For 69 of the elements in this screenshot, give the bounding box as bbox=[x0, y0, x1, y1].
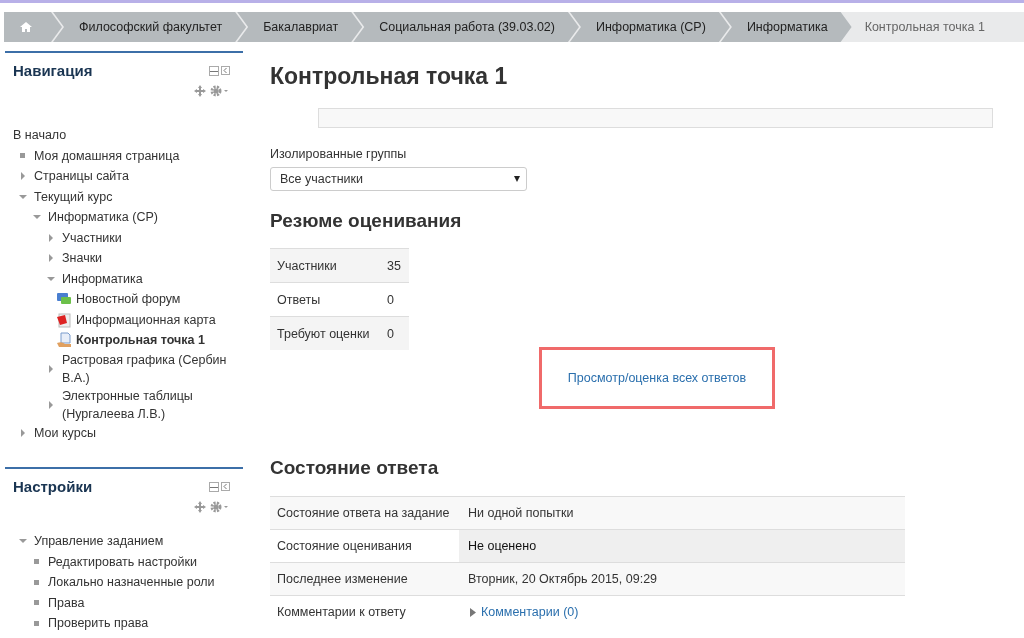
section-heading: Состояние ответа bbox=[270, 457, 440, 479]
collapsed-arrow-icon[interactable] bbox=[46, 363, 56, 374]
bullet-icon bbox=[20, 153, 25, 159]
nav-item[interactable]: Управление заданием bbox=[34, 532, 164, 551]
comments-link[interactable]: Комментарии (0) bbox=[470, 603, 579, 621]
table-cell: Ни одной попытки bbox=[459, 496, 905, 530]
nav-item[interactable]: Информационная карта bbox=[76, 310, 216, 329]
expand-arrow-icon bbox=[470, 607, 476, 617]
gear-icon[interactable] bbox=[210, 501, 230, 513]
collapsed-arrow-icon[interactable] bbox=[46, 232, 56, 243]
nav-item[interactable]: Контрольная точка 1 bbox=[76, 331, 205, 350]
hand-with-paper-icon bbox=[56, 332, 72, 349]
bullet-icon bbox=[34, 600, 39, 606]
nav-item[interactable]: Значки bbox=[62, 249, 103, 268]
breadcrumb-item[interactable]: Социальная работа (39.03.02) bbox=[353, 12, 579, 42]
breadcrumb-item[interactable]: Информатика (СР) bbox=[569, 12, 730, 42]
table-cell: 35 bbox=[380, 248, 409, 283]
bullet-icon bbox=[34, 620, 39, 626]
nav-item[interactable]: Растровая графика (Сербин В.А.) bbox=[62, 350, 230, 387]
nav-item[interactable]: Страницы сайта bbox=[34, 167, 129, 186]
collapsed-arrow-icon[interactable] bbox=[46, 399, 56, 410]
breadcrumb-item[interactable]: Бакалавриат bbox=[237, 12, 363, 42]
nav-item[interactable]: Новостной форум bbox=[76, 290, 181, 309]
table-cell: Требуют оценки bbox=[270, 316, 381, 350]
nav-item[interactable]: Мои курсы bbox=[34, 423, 96, 442]
breadcrumb-item[interactable]: Философский факультет bbox=[53, 12, 247, 42]
table-cell: Вторник, 20 Октябрь 2015, 09:29 bbox=[459, 562, 905, 596]
nav-item[interactable]: Электронные таблицы (Нургалеева Л.В.) bbox=[62, 386, 230, 423]
dropdown-caret-icon bbox=[513, 176, 521, 182]
breadcrumb-item[interactable]: Информатика bbox=[720, 12, 852, 42]
nav-item[interactable]: Текущий курс bbox=[34, 187, 113, 206]
nav-item[interactable]: Информатика bbox=[62, 269, 143, 288]
move-icon[interactable] bbox=[194, 85, 206, 97]
nav-item[interactable]: Локально назначенные роли bbox=[48, 573, 215, 592]
nav-item[interactable]: Права bbox=[48, 593, 85, 612]
section-heading: Резюме оценивания bbox=[270, 210, 463, 232]
nav-item[interactable]: Информатика (СР) bbox=[48, 208, 158, 227]
nav-item[interactable]: Редактировать настройки bbox=[48, 552, 197, 571]
table-cell: Участники bbox=[270, 248, 381, 283]
table-cell: 0 bbox=[380, 316, 409, 350]
table-cell: Состояние ответа на задание bbox=[270, 496, 459, 530]
gear-icon[interactable] bbox=[210, 85, 230, 97]
move-icon[interactable] bbox=[194, 501, 206, 513]
document-icon bbox=[56, 311, 72, 328]
table-cell: Последнее изменение bbox=[270, 562, 459, 596]
dock-icon[interactable] bbox=[221, 66, 230, 75]
collapsed-arrow-icon[interactable] bbox=[18, 171, 28, 182]
block-title: Навигация bbox=[13, 62, 93, 79]
bullet-icon bbox=[34, 579, 39, 585]
nav-item[interactable]: В начало bbox=[13, 126, 67, 145]
nav-item[interactable]: Моя домашняя страница bbox=[34, 146, 180, 165]
bullet-icon bbox=[34, 559, 39, 565]
block-title: Настройки bbox=[13, 478, 93, 495]
table-cell: Комментарии к ответу bbox=[270, 595, 459, 629]
nav-item[interactable]: Проверить права bbox=[48, 614, 149, 633]
page-title: Контрольная точка 1 bbox=[270, 63, 509, 90]
breadcrumb-home[interactable] bbox=[4, 12, 62, 42]
nav-item[interactable]: Участники bbox=[62, 228, 122, 247]
home-icon bbox=[20, 22, 32, 32]
status-cell: Не оценено bbox=[459, 529, 905, 563]
group-select[interactable]: Все участники bbox=[270, 167, 527, 191]
breadcrumb-item: Контрольная точка 1 bbox=[863, 19, 986, 36]
collapse-icon[interactable] bbox=[209, 65, 219, 76]
collapse-icon[interactable] bbox=[209, 481, 219, 492]
group-label: Изолированные группы bbox=[270, 147, 408, 161]
grading-link[interactable]: Просмотр/оценка всех ответов bbox=[567, 371, 747, 385]
collapsed-arrow-icon[interactable] bbox=[18, 427, 28, 438]
collapsed-arrow-icon[interactable] bbox=[46, 253, 56, 264]
dock-icon[interactable] bbox=[221, 482, 230, 491]
